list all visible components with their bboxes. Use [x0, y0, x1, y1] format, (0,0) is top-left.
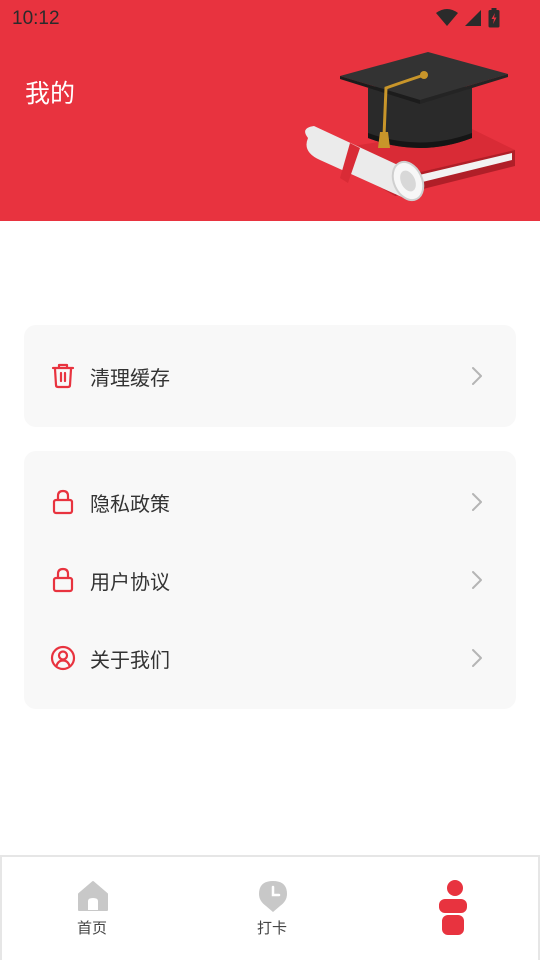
signal-icon [465, 10, 481, 26]
nav-checkin-label: 打卡 [256, 919, 287, 937]
battery-icon [488, 8, 500, 28]
trash-icon [49, 362, 77, 390]
nav-home[interactable]: 首页 [32, 857, 152, 957]
user-circle-icon [49, 644, 77, 672]
home-icon [78, 881, 108, 911]
privacy-policy-row[interactable]: 隐私政策 [24, 463, 516, 541]
nav-home-label: 首页 [76, 919, 107, 937]
privacy-policy-label: 隐私政策 [90, 491, 170, 516]
lock-icon [49, 488, 77, 516]
clear-cache-label: 清理缓存 [90, 365, 170, 390]
status-icons [436, 8, 500, 28]
links-card: 隐私政策 用户协议 关于我们 [24, 451, 516, 709]
bottom-nav: 首页 打卡 [0, 855, 540, 960]
clock-pin-icon [259, 881, 287, 912]
graduation-cap-illustration [305, 52, 515, 202]
chevron-right-icon [472, 649, 482, 667]
status-bar: 10:12 [0, 0, 540, 38]
clear-cache-row[interactable]: 清理缓存 [24, 337, 516, 415]
chevron-right-icon [472, 367, 482, 385]
cache-card: 清理缓存 [24, 325, 516, 427]
about-us-row[interactable]: 关于我们 [24, 619, 516, 697]
wifi-icon [436, 9, 458, 26]
chevron-right-icon [472, 571, 482, 589]
person-icon [439, 880, 467, 935]
nav-mine[interactable] [392, 857, 512, 957]
chevron-right-icon [472, 493, 482, 511]
lock-icon [49, 566, 77, 594]
user-agreement-row[interactable]: 用户协议 [24, 541, 516, 619]
page-title: 我的 [25, 79, 76, 108]
profile-header: 10:12 我的 [0, 0, 540, 221]
about-us-label: 关于我们 [90, 647, 170, 672]
status-time: 10:12 [12, 8, 60, 29]
nav-checkin[interactable]: 打卡 [212, 857, 332, 957]
user-agreement-label: 用户协议 [90, 569, 170, 594]
